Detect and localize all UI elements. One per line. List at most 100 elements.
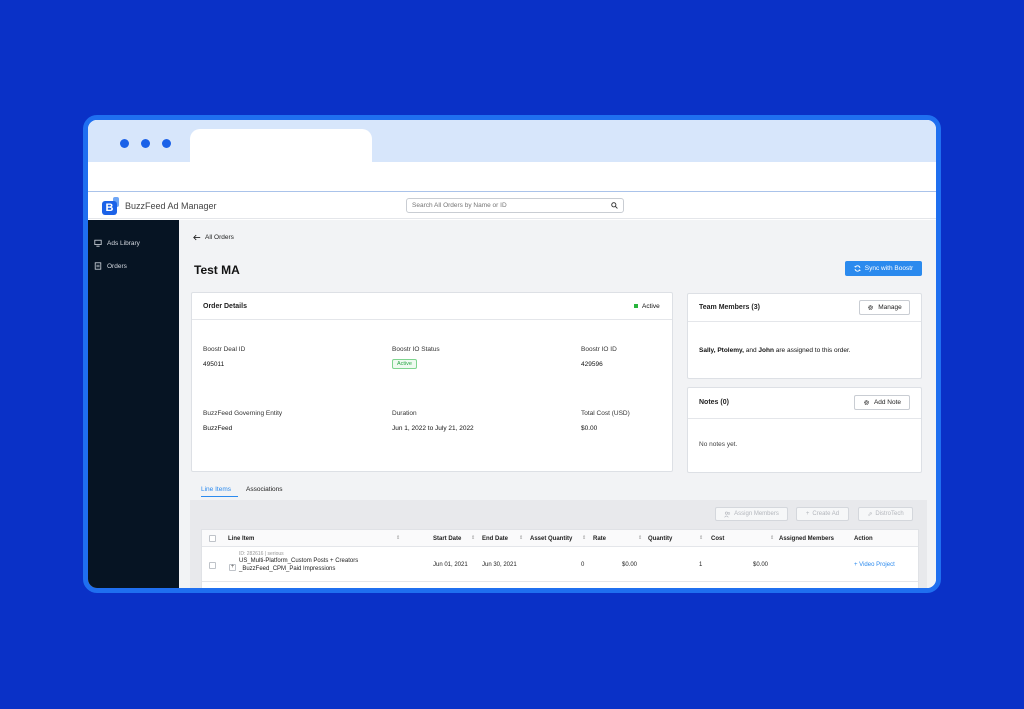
column-header-end-date[interactable]: End Date <box>482 530 508 547</box>
page-title: Test MA <box>194 263 240 277</box>
back-link-label: All Orders <box>205 234 234 241</box>
search-input[interactable] <box>412 202 602 209</box>
sort-icon[interactable]: ⇕ <box>471 535 475 541</box>
assign-members-button[interactable]: Assign Members <box>715 507 788 521</box>
column-header-line-item[interactable]: Line Item <box>228 530 254 547</box>
sidebar-item-label: Ads Library <box>107 239 140 247</box>
column-header-start-date[interactable]: Start Date <box>433 530 461 547</box>
window-dot[interactable] <box>120 139 129 148</box>
monitor-icon <box>94 239 102 247</box>
duration-label: Duration <box>392 410 417 417</box>
sidebar-item-orders[interactable]: Orders <box>94 262 127 270</box>
team-members-text: Sally, Ptolemy, and John are assigned to… <box>699 347 851 354</box>
io-status-label: Boostr IO Status <box>392 346 440 353</box>
team-members-header: Team Members (3) Manage <box>688 294 921 322</box>
search-box[interactable] <box>406 198 624 213</box>
add-note-button[interactable]: Add Note <box>854 395 910 410</box>
manage-button-label: Manage <box>878 304 902 311</box>
sort-icon[interactable]: ⇕ <box>582 535 586 541</box>
gear-icon <box>864 400 869 405</box>
browser-tab[interactable] <box>190 129 372 162</box>
browser-window: B BuzzFeed Ad Manager Ads Library O <box>83 115 941 593</box>
active-tab-indicator <box>201 496 238 497</box>
window-dot[interactable] <box>162 139 171 148</box>
browser-chrome <box>88 120 936 162</box>
logo-letter: B <box>102 201 117 215</box>
distrotech-button[interactable]: ⇗ DistroTech <box>858 507 913 521</box>
list-icon <box>94 262 102 270</box>
sync-icon <box>854 265 861 272</box>
column-header-cost[interactable]: Cost <box>711 530 724 547</box>
column-header-quantity[interactable]: Quantity <box>648 530 672 547</box>
cost-cell: $0.00 <box>753 562 769 568</box>
app-header: B BuzzFeed Ad Manager <box>88 193 936 219</box>
window-dot[interactable] <box>141 139 150 148</box>
sync-button-label: Sync with Boostr <box>864 265 914 272</box>
team-members-card: Team Members (3) Manage Sally, Ptolemy, … <box>687 293 922 379</box>
column-header-action: Action <box>854 535 873 542</box>
deal-id-label: Boostr Deal ID <box>203 346 246 353</box>
add-note-button-label: Add Note <box>873 399 902 406</box>
sort-icon[interactable]: ⇕ <box>770 535 774 541</box>
end-date-cell: Jun 30, 2021 <box>482 562 517 568</box>
line-item-meta: ID: 282616 | serious <box>239 551 284 557</box>
sort-icon[interactable]: ⇕ <box>519 535 523 541</box>
deal-id-value: 495011 <box>203 361 225 368</box>
address-bar[interactable] <box>88 162 936 192</box>
sort-icon[interactable]: ⇕ <box>638 535 642 541</box>
column-header-assigned-members: Assigned Members <box>779 535 835 542</box>
rate-cell: $0.00 <box>622 562 638 568</box>
assign-members-label: Assign Members <box>734 511 779 517</box>
distrotech-label: DistroTech <box>875 511 904 517</box>
app-logo[interactable]: B <box>102 197 120 215</box>
start-date-cell: Jun 01, 2021 <box>433 562 468 568</box>
search-icon[interactable] <box>611 202 618 209</box>
notes-header: Notes (0) Add Note <box>688 388 921 419</box>
line-item-name: US_Multi-Platform_Custom Posts + Creator… <box>239 558 359 564</box>
create-ad-button[interactable]: + Create Ad <box>796 507 849 521</box>
total-cost-label: Total Cost (USD) <box>581 410 630 417</box>
external-link-icon: ⇗ <box>867 511 873 518</box>
plus-icon: + <box>805 511 810 517</box>
sidebar-item-label: Orders <box>107 262 127 270</box>
team-member-name: Sally, <box>699 347 716 354</box>
duration-value: Jun 1, 2022 to July 21, 2022 <box>392 425 474 432</box>
row-checkbox[interactable] <box>209 562 216 569</box>
row-divider <box>202 581 918 582</box>
order-details-card: Order Details Active Boostr Deal ID 4950… <box>191 292 673 472</box>
column-header-asset-quantity[interactable]: Asset Quantity <box>530 530 572 547</box>
sidebar: Ads Library Orders <box>88 220 179 588</box>
line-items-panel: Assign Members + Create Ad ⇗ DistroTech … <box>190 500 927 588</box>
order-details-title: Order Details <box>203 303 247 310</box>
video-project-link[interactable]: + Video Project <box>854 562 895 568</box>
order-details-header: Order Details Active <box>192 293 672 320</box>
gear-icon <box>868 305 874 310</box>
tab-associations[interactable]: Associations <box>246 486 283 493</box>
quantity-cell: 1 <box>699 562 703 568</box>
notes-card: Notes (0) Add Note No notes yet. <box>687 387 922 473</box>
select-all-checkbox[interactable] <box>209 535 216 542</box>
column-header-rate[interactable]: Rate <box>593 530 606 547</box>
order-status: Active <box>642 303 660 310</box>
sort-icon[interactable]: ⇕ <box>699 535 703 541</box>
users-icon <box>724 511 731 517</box>
create-ad-label: Create Ad <box>812 511 840 517</box>
line-items-table: Line Item ⇕ Start Date ⇕ End Date ⇕ Asse… <box>201 529 919 588</box>
io-status-badge: Active <box>392 359 417 369</box>
io-id-value: 429596 <box>581 361 603 368</box>
manage-button[interactable]: Manage <box>859 300 910 315</box>
tab-line-items[interactable]: Line Items <box>201 486 231 493</box>
arrow-left-icon <box>193 234 201 241</box>
back-link[interactable]: All Orders <box>193 234 234 241</box>
sync-button[interactable]: Sync with Boostr <box>845 261 922 276</box>
sort-icon[interactable]: ⇕ <box>396 535 400 541</box>
asset-quantity-cell: 0 <box>581 562 585 568</box>
total-cost-value: $0.00 <box>581 425 598 432</box>
status-indicator <box>634 304 638 308</box>
main-content: All Orders Test MA Sync with Boostr Orde… <box>179 220 936 588</box>
sidebar-item-ads-library[interactable]: Ads Library <box>94 239 140 247</box>
team-member-name: Ptolemy, <box>717 347 744 354</box>
expand-icon[interactable]: + <box>229 564 236 571</box>
team-and-text: and <box>745 347 757 354</box>
line-item-name-cont: _BuzzFeed_CPM_Paid Impressions <box>239 566 336 572</box>
